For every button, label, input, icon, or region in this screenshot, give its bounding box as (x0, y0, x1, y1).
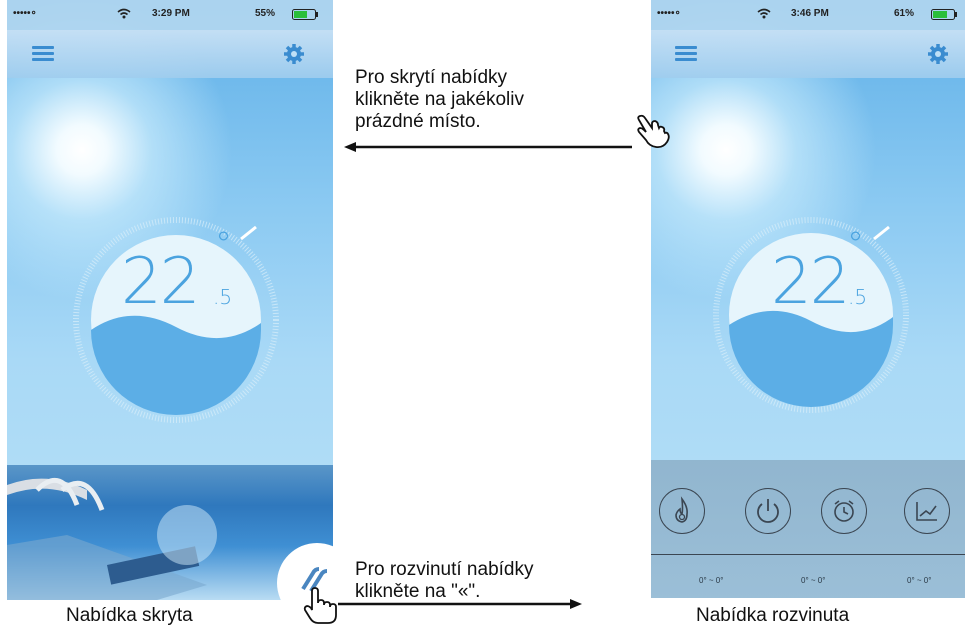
hamburger-menu-icon[interactable] (675, 46, 697, 62)
alarm-clock-icon (834, 500, 854, 522)
range-label-3: 0° ~ 0° (907, 576, 932, 585)
caption-menu-hidden: Nabídka skryta (66, 605, 193, 626)
arrow-left (344, 142, 632, 152)
tap-hand-icon (637, 114, 670, 149)
temperature-degree-symbol: ° (215, 225, 232, 265)
status-time: 3:46 PM (791, 8, 829, 19)
battery-icon (292, 9, 320, 23)
gear-icon[interactable] (283, 43, 305, 65)
top-navbar (651, 30, 965, 78)
power-icon (757, 499, 779, 523)
arrow-right (338, 599, 582, 609)
signal-indicator: •••••∘ (657, 8, 681, 19)
temperature-decimal: .5 (848, 285, 868, 309)
range-label-2: 0° ~ 0° (801, 576, 826, 585)
timer-button[interactable] (821, 488, 867, 534)
caption-menu-expanded: Nabídka rozvinuta (696, 605, 850, 626)
phone-screen-menu-hidden: •••••∘ 3:29 PM 55% 22 ° .5 (7, 0, 333, 600)
status-bar: •••••∘ 3:29 PM 55% (7, 0, 333, 30)
expanded-menu-panel: 0° ~ 0° 0° ~ 0° 0° ~ 0° (651, 460, 965, 598)
battery-percent: 55% (255, 8, 276, 19)
temperature-value: 22 (121, 245, 200, 319)
phone-screen-menu-expanded: •••••∘ 3:46 PM 61% 22 ° .5 0° ~ 0° 0° ~ … (651, 0, 965, 598)
status-time: 3:29 PM (152, 8, 190, 19)
hand-pointer-icon (303, 587, 337, 624)
wifi-icon (117, 8, 131, 22)
signal-indicator: •••••∘ (13, 8, 37, 19)
hide-menu-hint: Pro skrytí nabídky klikněte na jakékoliv… (355, 67, 524, 132)
temperature-degree-symbol: ° (847, 225, 864, 265)
hamburger-menu-icon[interactable] (32, 46, 54, 62)
battery-icon (931, 9, 959, 23)
flame-icon (675, 496, 688, 523)
temperature-decimal: .5 (213, 285, 233, 309)
temperature-value: 22 (771, 245, 850, 319)
gear-icon[interactable] (927, 43, 949, 65)
battery-percent: 61% (894, 8, 915, 19)
heating-mode-button[interactable] (659, 488, 705, 534)
wifi-icon (757, 8, 771, 22)
top-navbar (7, 30, 333, 78)
panel-divider (651, 554, 965, 555)
history-chart-button[interactable] (904, 488, 950, 534)
power-button[interactable] (745, 488, 791, 534)
status-bar: •••••∘ 3:46 PM 61% (651, 0, 965, 30)
chart-icon (916, 502, 937, 521)
range-label-1: 0° ~ 0° (699, 576, 724, 585)
